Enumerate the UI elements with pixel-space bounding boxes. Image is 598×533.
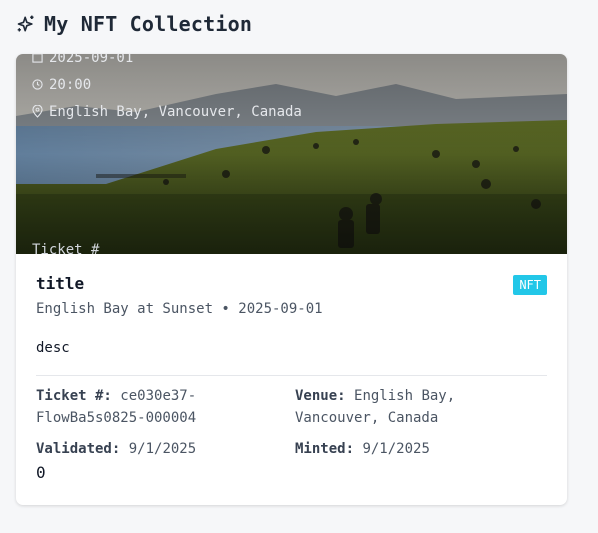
card-title-row: title NFT	[36, 274, 547, 296]
nft-card[interactable]: 2025-09-01 20:00 English Bay, Vancouver,…	[16, 54, 567, 505]
event-date: 2025-09-01	[32, 54, 302, 71]
validated-detail: Validated: 9/1/2025	[36, 438, 281, 460]
ticket-detail: Ticket #: ce030e37-FlowBa5s0825-000004	[36, 385, 281, 429]
minted-label: Minted:	[295, 441, 355, 457]
card-subtitle: English Bay at Sunset • 2025-09-01	[36, 301, 323, 317]
page-title: My NFT Collection	[44, 12, 253, 36]
event-time: 20:00	[32, 71, 302, 98]
event-meta: 2025-09-01 20:00 English Bay, Vancouver,…	[32, 54, 302, 125]
validated-value: 9/1/2025	[128, 441, 197, 457]
venue-label: Venue:	[295, 388, 346, 404]
clock-icon	[32, 79, 43, 90]
count-value: 0	[36, 463, 46, 482]
event-location: English Bay, Vancouver, Canada	[32, 98, 302, 125]
event-time-text: 20:00	[49, 76, 92, 93]
minted-detail: Minted: 9/1/2025	[295, 438, 540, 460]
page-header: My NFT Collection	[16, 12, 252, 36]
hero-ticket-label: Ticket #	[32, 242, 100, 254]
venue-detail: Venue: English Bay, Vancouver, Canada	[295, 385, 540, 429]
card-title: title	[36, 274, 85, 293]
event-date-text: 2025-09-01	[49, 54, 134, 66]
calendar-icon	[32, 54, 43, 63]
location-pin-icon	[32, 105, 43, 118]
card-description: desc	[36, 340, 70, 356]
validated-label: Validated:	[36, 441, 121, 457]
nft-badge: NFT	[513, 275, 547, 295]
event-location-text: English Bay, Vancouver, Canada	[49, 103, 302, 120]
minted-value: 9/1/2025	[362, 441, 430, 457]
divider	[36, 375, 547, 376]
ticket-label: Ticket #:	[36, 388, 112, 404]
sparkle-icon	[17, 15, 34, 32]
event-image: 2025-09-01 20:00 English Bay, Vancouver,…	[16, 54, 567, 254]
